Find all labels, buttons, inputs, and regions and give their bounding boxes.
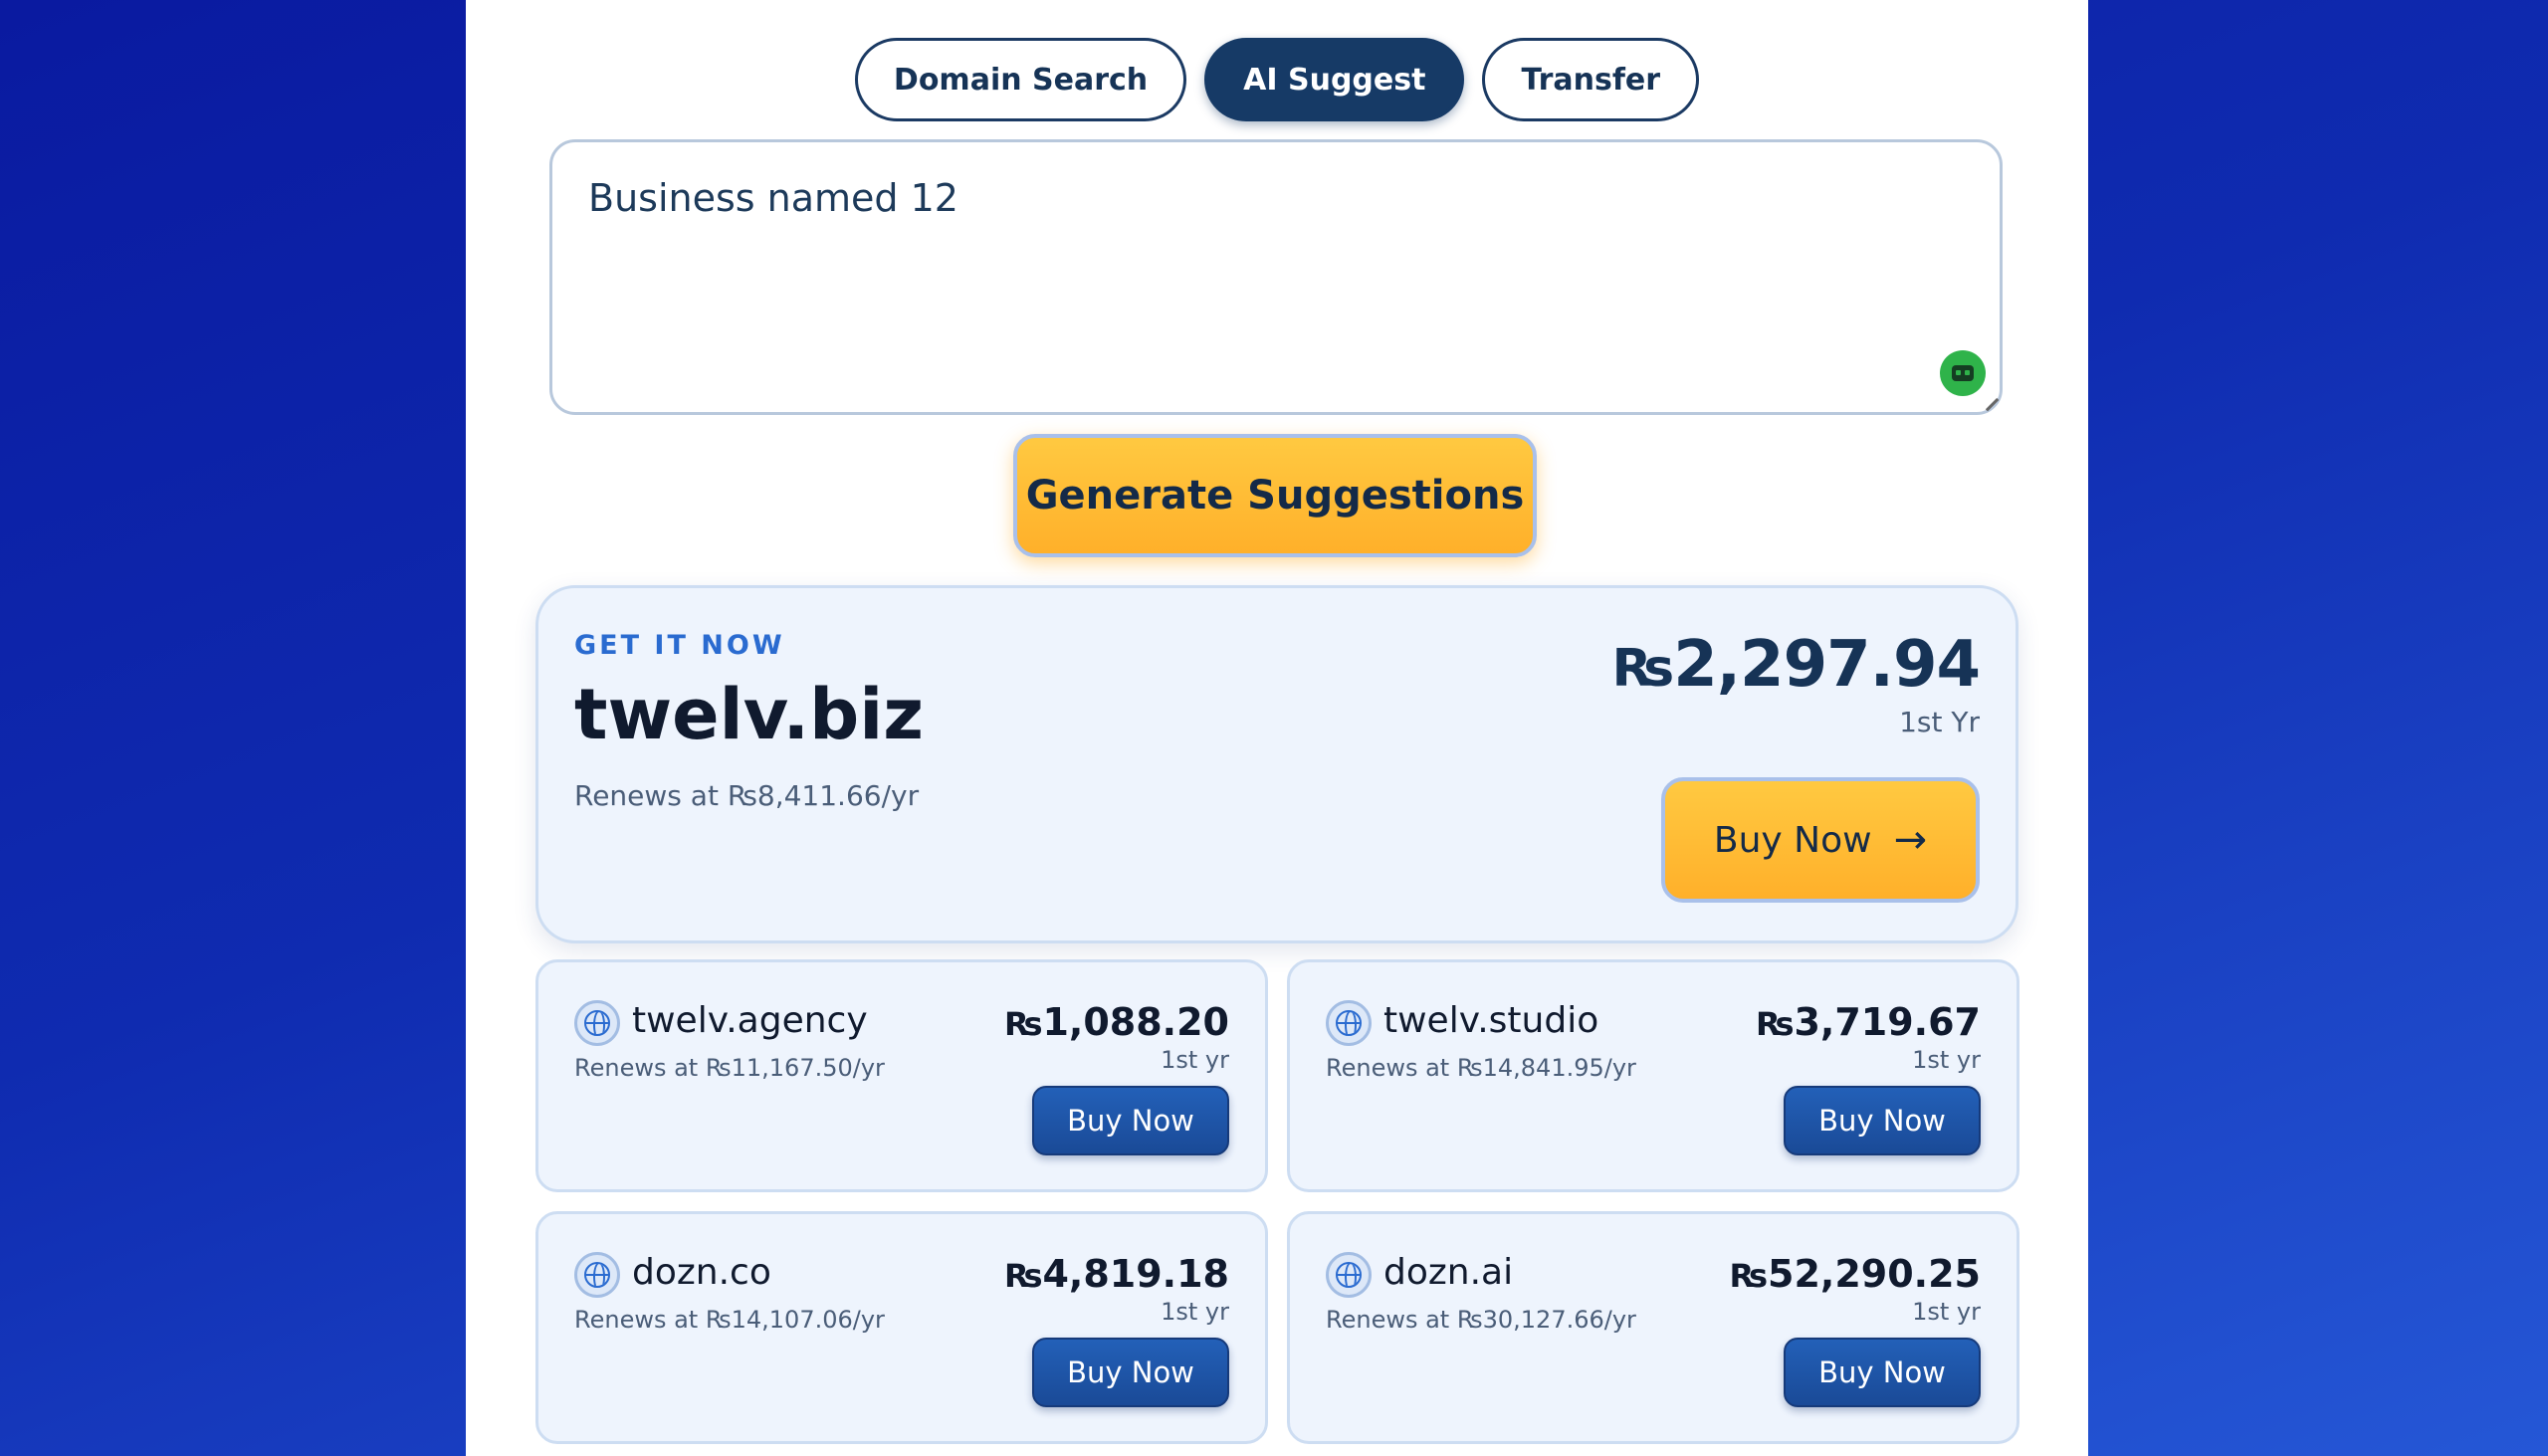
featured-buy-button[interactable]: Buy Now → xyxy=(1661,777,1980,903)
featured-price: ₨2,297.94 xyxy=(1611,628,1981,702)
price: ₨52,290.25 xyxy=(1729,1252,1981,1296)
domain-name: twelv.studio xyxy=(1383,1000,1599,1041)
buy-now-button[interactable]: Buy Now xyxy=(1784,1338,1981,1407)
arrow-right-icon: → xyxy=(1893,817,1928,863)
renew-text: Renews at ₨11,167.50/yr xyxy=(574,1054,885,1082)
price-value: 3,719.67 xyxy=(1794,1000,1981,1044)
currency-symbol: ₨ xyxy=(1003,1005,1043,1043)
price: ₨1,088.20 xyxy=(1004,1000,1229,1044)
prompt-textarea[interactable]: Business named 12 xyxy=(549,139,2003,415)
domain-card: twelv.agency Renews at ₨11,167.50/yr ₨1,… xyxy=(535,959,1268,1192)
renew-text: Renews at ₨30,127.66/yr xyxy=(1326,1306,1636,1334)
price: ₨3,719.67 xyxy=(1756,1000,1981,1044)
tab-ai-suggest[interactable]: AI Suggest xyxy=(1204,38,1465,121)
price-period: 1st yr xyxy=(1161,1298,1229,1326)
tab-bar: Domain Search AI Suggest Transfer xyxy=(466,38,2088,121)
generate-suggestions-button[interactable]: Generate Suggestions xyxy=(1013,434,1537,557)
prompt-text: Business named 12 xyxy=(588,176,958,220)
buy-now-button[interactable]: Buy Now xyxy=(1032,1086,1229,1155)
price-period: 1st yr xyxy=(1161,1046,1229,1074)
tab-transfer[interactable]: Transfer xyxy=(1482,38,1700,121)
main-panel: Domain Search AI Suggest Transfer Busine… xyxy=(466,0,2088,1456)
currency-symbol: ₨ xyxy=(1003,1257,1043,1295)
featured-domain-card: GET IT NOW twelv.biz Renews at ₨8,411.66… xyxy=(535,585,2018,943)
price-value: 4,819.18 xyxy=(1042,1252,1229,1296)
currency-symbol: ₨ xyxy=(1611,639,1675,699)
renew-text: Renews at ₨14,107.06/yr xyxy=(574,1306,885,1334)
globe-icon xyxy=(1326,1252,1372,1298)
price-period: 1st yr xyxy=(1912,1298,1981,1326)
buy-now-button[interactable]: Buy Now xyxy=(1032,1338,1229,1407)
domain-name: twelv.agency xyxy=(632,1000,868,1041)
featured-domain-name: twelv.biz xyxy=(574,674,924,755)
globe-icon xyxy=(574,1252,620,1298)
domain-card: twelv.studio Renews at ₨14,841.95/yr ₨3,… xyxy=(1287,959,2019,1192)
featured-renew-text: Renews at ₨8,411.66/yr xyxy=(574,779,920,812)
domain-name: dozn.co xyxy=(632,1252,771,1293)
price-value: 1,088.20 xyxy=(1042,1000,1229,1044)
globe-icon xyxy=(574,1000,620,1046)
globe-icon xyxy=(1326,1000,1372,1046)
price-value: 52,290.25 xyxy=(1768,1252,1981,1296)
renew-text: Renews at ₨14,841.95/yr xyxy=(1326,1054,1636,1082)
buy-now-button[interactable]: Buy Now xyxy=(1784,1086,1981,1155)
price-period: 1st yr xyxy=(1912,1046,1981,1074)
domain-name: dozn.ai xyxy=(1383,1252,1514,1293)
price: ₨4,819.18 xyxy=(1004,1252,1229,1296)
featured-buy-label: Buy Now xyxy=(1713,819,1872,861)
currency-symbol: ₨ xyxy=(1729,1257,1769,1295)
featured-price-value: 2,297.94 xyxy=(1673,628,1981,702)
domain-card: dozn.ai Renews at ₨30,127.66/yr ₨52,290.… xyxy=(1287,1211,2019,1444)
domain-card: dozn.co Renews at ₨14,107.06/yr ₨4,819.1… xyxy=(535,1211,1268,1444)
featured-period: 1st Yr xyxy=(1899,706,1980,738)
currency-symbol: ₨ xyxy=(1755,1005,1795,1043)
resize-handle[interactable] xyxy=(1976,388,2000,412)
robot-icon[interactable] xyxy=(1940,350,1986,396)
tab-domain-search[interactable]: Domain Search xyxy=(854,38,1187,121)
featured-tag: GET IT NOW xyxy=(574,630,785,661)
